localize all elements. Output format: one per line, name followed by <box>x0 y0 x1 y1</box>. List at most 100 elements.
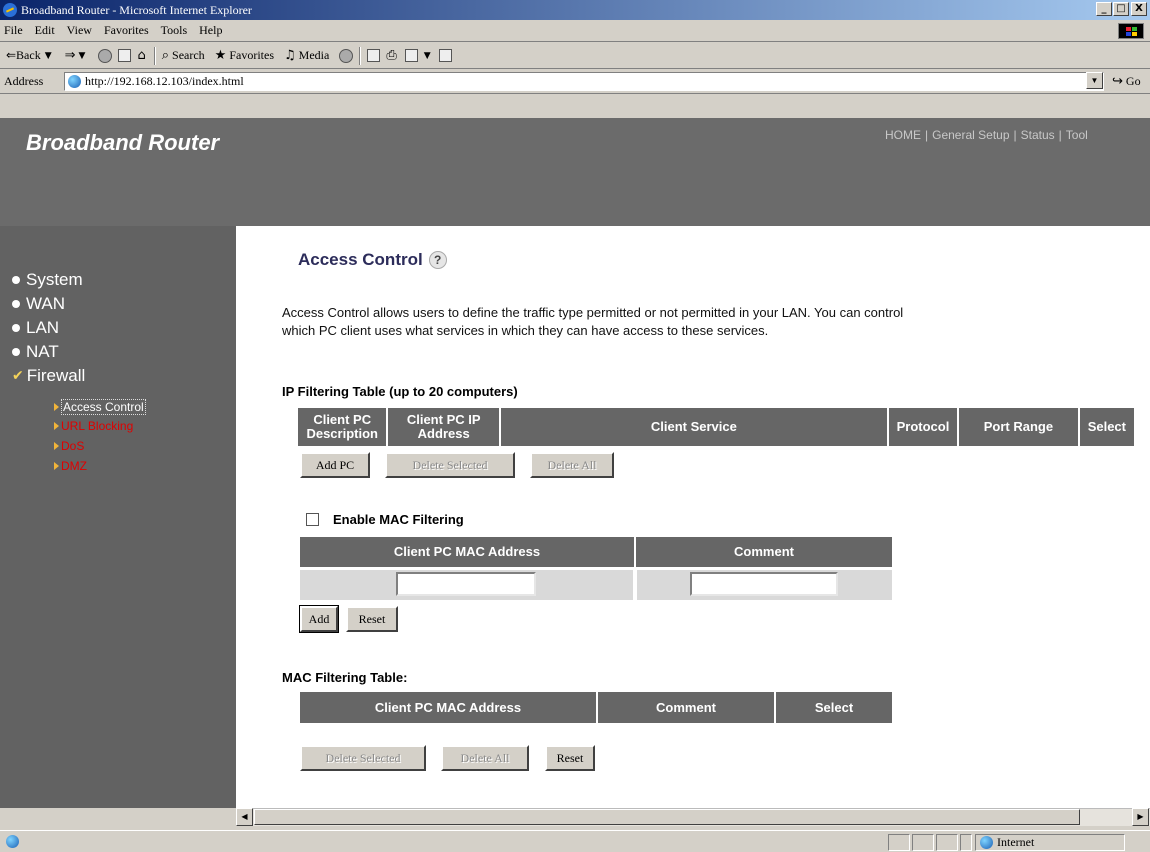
window-title-bar[interactable]: Broadband Router - Microsoft Internet Ex… <box>0 0 1150 20</box>
mac-reset-button[interactable]: Reset <box>545 745 595 771</box>
menu-file[interactable]: File <box>4 23 23 38</box>
sidebar-subitem-label: DMZ <box>61 459 87 473</box>
menu-view[interactable]: View <box>67 23 92 38</box>
discuss-icon[interactable] <box>438 49 452 62</box>
dropdown-arrow-icon: ▼ <box>44 50 52 61</box>
internet-zone-icon <box>980 836 993 849</box>
forward-arrow-icon: ⇒ <box>64 48 76 63</box>
sidebar-item-label: System <box>26 270 83 289</box>
security-zone: Internet <box>975 834 1125 851</box>
menu-bar: File Edit View Favorites Tools Help <box>0 20 1150 42</box>
media-icon: ♫ <box>284 48 296 63</box>
search-button[interactable]: ⌕ Search <box>162 48 205 63</box>
add-pc-button[interactable]: Add PC <box>300 452 370 478</box>
search-icon: ⌕ <box>161 48 170 63</box>
mac-delete-selected-button[interactable]: Delete Selected <box>300 745 426 771</box>
sidebar-item-system[interactable]: System <box>12 270 83 290</box>
media-button[interactable]: ♫ Media <box>284 48 329 63</box>
sidebar-item-wan[interactable]: WAN <box>12 294 65 314</box>
mail-icon[interactable] <box>367 49 381 62</box>
top-nav-tool[interactable]: Tool <box>1066 128 1088 142</box>
brand-title: Broadband Router <box>26 130 220 155</box>
close-button[interactable]: X <box>1131 2 1147 16</box>
minimize-button[interactable]: _ <box>1096 2 1112 16</box>
edit-icon[interactable] <box>404 49 418 62</box>
maximize-button[interactable]: □ <box>1113 2 1129 16</box>
column-header-comment: Comment <box>598 692 774 723</box>
refresh-icon[interactable] <box>118 49 132 62</box>
menu-tools[interactable]: Tools <box>161 23 188 38</box>
sidebar-item-nat[interactable]: NAT <box>12 342 59 362</box>
status-pane <box>936 834 958 851</box>
enable-mac-filtering-checkbox[interactable] <box>306 513 319 526</box>
help-icon[interactable]: ? <box>428 251 447 269</box>
sidebar-subitem-dos[interactable]: DoS <box>54 439 84 453</box>
page-status-icon <box>6 835 19 848</box>
address-url: http://192.168.12.103/index.html <box>85 74 244 88</box>
delete-all-button[interactable]: Delete All <box>530 452 614 478</box>
media-label: Media <box>298 48 330 62</box>
back-button[interactable]: ⇐Back ▼ <box>6 48 55 63</box>
history-icon[interactable] <box>339 48 354 63</box>
nav-separator: | <box>1058 128 1062 142</box>
intro-line: Access Control allows users to define th… <box>282 305 904 320</box>
top-nav-general-setup[interactable]: General Setup <box>932 128 1009 142</box>
windows-logo-icon <box>1118 23 1144 39</box>
print-icon[interactable]: ⎙ <box>386 48 396 63</box>
favorites-button[interactable]: ★ Favorites <box>215 48 274 63</box>
dropdown-arrow-icon[interactable]: ▼ <box>424 51 431 61</box>
go-label: Go <box>1125 74 1141 88</box>
status-bar: Internet <box>0 830 1150 852</box>
sidebar-item-label: LAN <box>26 318 60 337</box>
menu-edit[interactable]: Edit <box>35 23 55 38</box>
mac-address-input[interactable] <box>396 572 536 596</box>
column-header-select: Select <box>1079 408 1134 446</box>
add-mac-button[interactable]: Add <box>299 605 339 633</box>
toolbar-separator <box>153 46 156 65</box>
top-nav-home[interactable]: HOME <box>885 128 921 142</box>
column-header-comment: Comment <box>636 537 892 567</box>
table-header-row: Client PC Description Client PC IP Address… <box>298 408 1134 446</box>
window-title: Broadband Router - Microsoft Internet Ex… <box>21 2 252 17</box>
dropdown-arrow-icon: ▼ <box>78 50 86 61</box>
sidebar-item-lan[interactable]: LAN <box>12 318 59 338</box>
column-header-ip-address: Client PC IP Address <box>388 408 499 446</box>
reset-mac-button[interactable]: Reset <box>346 606 398 632</box>
address-dropdown-button[interactable]: ▼ <box>1086 72 1103 89</box>
scrollbar-thumb[interactable] <box>254 809 1080 825</box>
sidebar-subitem-access-control[interactable]: Access Control <box>54 399 146 415</box>
top-nav-status[interactable]: Status <box>1021 128 1055 142</box>
triangle-bullet-icon <box>54 422 59 430</box>
status-pane <box>912 834 934 851</box>
page-icon <box>68 75 81 88</box>
delete-selected-button[interactable]: Delete Selected <box>385 452 515 478</box>
mac-filtering-table: Client PC MAC Address Comment Select <box>298 692 894 723</box>
menu-help[interactable]: Help <box>199 23 222 38</box>
header-line: Client PC <box>313 412 372 427</box>
stop-icon[interactable] <box>98 48 113 63</box>
go-button[interactable]: ↪ Go <box>1112 74 1141 89</box>
sidebar-subitem-dmz[interactable]: DMZ <box>54 459 87 473</box>
favorites-icon: ★ <box>214 48 227 63</box>
checkmark-icon: ✔ <box>12 368 24 384</box>
menu-favorites[interactable]: Favorites <box>104 23 149 38</box>
sidebar-subitem-label: URL Blocking <box>61 419 134 433</box>
mac-delete-all-button[interactable]: Delete All <box>441 745 529 771</box>
forward-button[interactable]: ⇒ ▼ <box>65 48 89 63</box>
home-icon[interactable]: ⌂ <box>137 48 145 63</box>
column-header-mac-address: Client PC MAC Address <box>300 537 634 567</box>
scroll-left-button[interactable]: ◀ <box>236 808 253 826</box>
top-nav: HOME | General Setup | Status | Tool <box>885 128 1088 142</box>
back-label: ⇐Back <box>6 48 41 62</box>
ip-filtering-table-title: IP Filtering Table (up to 20 computers) <box>282 384 518 399</box>
address-label: Address <box>4 74 44 88</box>
comment-input[interactable] <box>690 572 838 596</box>
window-controls: _ □ X <box>1095 2 1147 16</box>
address-input[interactable]: http://192.168.12.103/index.html <box>64 72 1104 91</box>
nav-separator: | <box>925 128 929 142</box>
sidebar-subitem-url-blocking[interactable]: URL Blocking <box>54 419 133 433</box>
scroll-right-button[interactable]: ▶ <box>1132 808 1149 826</box>
sidebar-item-firewall[interactable]: ✔ Firewall <box>12 366 85 386</box>
go-arrow-icon: ↪ <box>1112 74 1123 89</box>
triangle-bullet-icon <box>54 442 59 450</box>
